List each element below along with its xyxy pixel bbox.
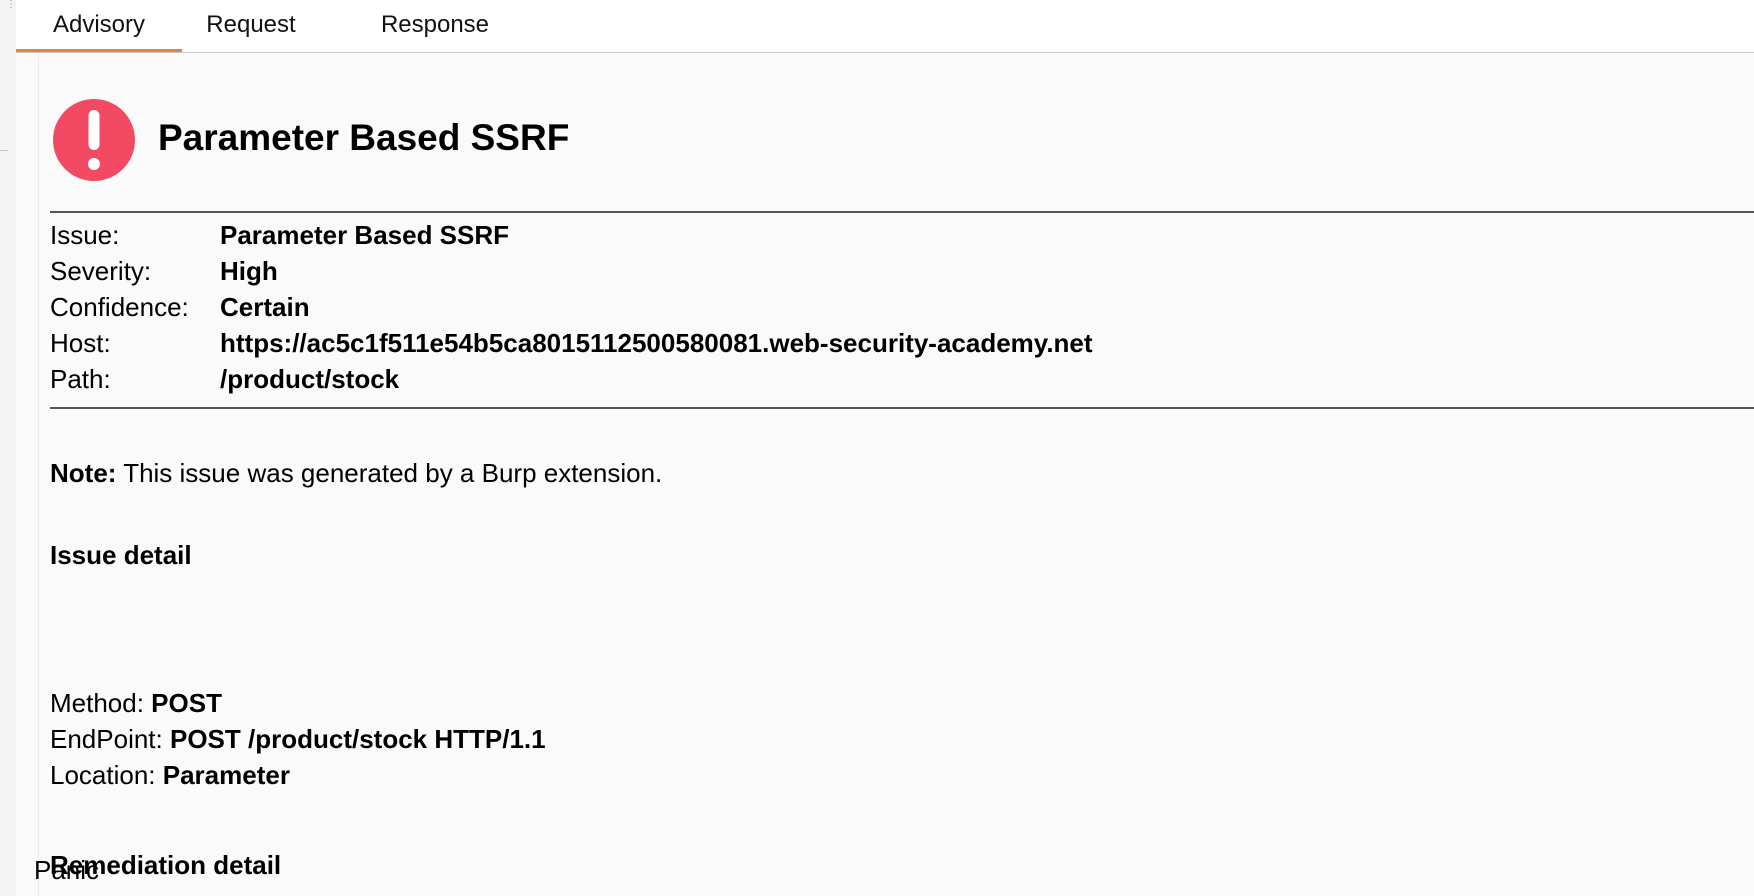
note-label: Note: bbox=[50, 458, 117, 488]
issue-detail-heading: Issue detail bbox=[50, 540, 192, 570]
tab-advisory[interactable]: Advisory bbox=[16, 0, 182, 52]
detail-value: POST bbox=[151, 688, 222, 718]
detail-row-location: Location: Parameter bbox=[50, 757, 546, 793]
meta-row-path: Path: /product/stock bbox=[50, 361, 1750, 397]
alert-exclamation-icon bbox=[53, 99, 135, 181]
issue-title: Parameter Based SSRF bbox=[158, 117, 570, 158]
detail-value: Parameter bbox=[162, 760, 290, 790]
meta-row-host: Host: https://ac5c1f511e54b5ca80151125005… bbox=[50, 325, 1750, 361]
meta-value: Parameter Based SSRF bbox=[220, 220, 510, 250]
extension-note: Note: This issue was generated by a Burp… bbox=[50, 455, 662, 491]
note-text: This issue was generated by a Burp exten… bbox=[116, 458, 663, 488]
meta-key: Confidence: bbox=[50, 292, 189, 322]
detail-value: POST /product/stock HTTP/1.1 bbox=[169, 724, 546, 754]
meta-value: Certain bbox=[220, 292, 310, 322]
tab-bar: Advisory Request Response bbox=[16, 0, 1754, 53]
meta-value: High bbox=[220, 256, 278, 286]
detail-key: Method: bbox=[50, 688, 152, 718]
splitter-grip-icon[interactable]: ⋮ bbox=[6, 0, 16, 10]
detail-key: EndPoint: bbox=[50, 724, 170, 754]
panel-border bbox=[38, 53, 39, 896]
meta-value: /product/stock bbox=[220, 364, 400, 394]
issue-detail-list: Method: POST EndPoint: POST /product/sto… bbox=[50, 685, 546, 793]
meta-key: Severity: bbox=[50, 256, 152, 286]
remediation-text: Panic bbox=[34, 855, 100, 885]
meta-row-severity: Severity: High bbox=[50, 253, 1750, 289]
divider bbox=[50, 211, 1754, 213]
divider bbox=[50, 407, 1754, 409]
tab-request[interactable]: Request bbox=[188, 0, 314, 50]
detail-row-method: Method: POST bbox=[50, 685, 546, 721]
detail-key: Location: bbox=[50, 760, 163, 790]
meta-key: Path: bbox=[50, 364, 111, 394]
issue-metadata: Issue: Parameter Based SSRF Severity: High… bbox=[50, 217, 1750, 397]
tab-response[interactable]: Response bbox=[360, 0, 510, 50]
meta-key: Host: bbox=[50, 328, 111, 358]
meta-row-confidence: Confidence: Certain bbox=[50, 289, 1750, 325]
advisory-panel: Parameter Based SSRF Issue: Parameter Bas… bbox=[16, 53, 1754, 896]
meta-row-issue: Issue: Parameter Based SSRF bbox=[50, 217, 1750, 253]
detail-row-endpoint: EndPoint: POST /product/stock HTTP/1.1 bbox=[50, 721, 546, 757]
meta-value: https://ac5c1f511e54b5ca8015112500580081… bbox=[220, 328, 1093, 358]
left-panel-divider bbox=[0, 150, 8, 151]
meta-key: Issue: bbox=[50, 220, 120, 250]
left-panel-edge: ⋮ bbox=[0, 0, 17, 896]
